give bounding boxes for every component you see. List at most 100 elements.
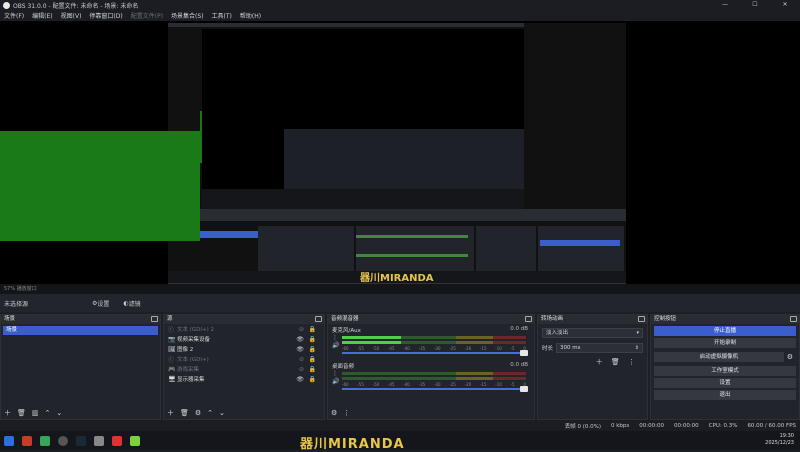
volume-slider[interactable] <box>342 350 528 356</box>
level-meter <box>342 377 526 380</box>
exit-button[interactable]: 退出 <box>654 390 796 400</box>
slider-handle[interactable] <box>520 350 528 356</box>
move-up-button[interactable]: ⌃ <box>207 408 213 418</box>
tray-clock[interactable]: 19:30 2025/12/23 <box>765 433 794 447</box>
obs-taskbar-icon[interactable] <box>58 435 68 446</box>
lock-icon[interactable]: 🔒 <box>309 336 316 343</box>
remove-source-button[interactable]: 🗑 <box>180 408 189 418</box>
camera-icon: 📷 <box>168 335 176 343</box>
source-item[interactable]: 📷 视频采集设备 👁 🔒 <box>164 334 324 344</box>
settings-button[interactable]: 设置 <box>654 378 796 388</box>
source-properties-button[interactable]: ⚙ <box>195 408 201 418</box>
overlay-banner: 器川MIRANDA <box>300 437 405 452</box>
add-transition-button[interactable]: ＋ <box>596 358 603 366</box>
steam-icon[interactable] <box>76 435 86 446</box>
source-item[interactable]: ⓣ 文本 (GDI+) ⊘ 🔒 <box>164 354 324 364</box>
undock-icon[interactable] <box>151 316 158 322</box>
properties-button[interactable]: ⚙ 设置 <box>92 299 109 308</box>
cpu-usage: CPU: 0.3% <box>708 422 738 429</box>
virtual-camera-button[interactable]: 启动虚拟摄像机 <box>654 352 784 362</box>
move-down-button[interactable]: ⌄ <box>219 408 225 418</box>
close-button[interactable]: ✕ <box>770 0 800 10</box>
duration-input[interactable]: 300 ms ⇕ <box>556 343 643 353</box>
filters-button[interactable]: ◐ 滤镜 <box>123 299 140 308</box>
meter-tick: -60 <box>342 382 349 387</box>
scene-item[interactable]: 场景 <box>3 326 158 335</box>
text-icon: ⓣ <box>168 356 175 364</box>
source-item[interactable]: 🎮 游戏采集 ⊘ 🔒 <box>164 364 324 374</box>
menu-item[interactable]: 场景集合(S) <box>171 11 204 20</box>
eye-icon[interactable]: 👁 <box>296 336 304 343</box>
move-down-button[interactable]: ⌄ <box>56 408 62 418</box>
meter-tick: -45 <box>387 382 395 387</box>
mixer-menu-button[interactable]: ⋮ <box>343 408 350 418</box>
lock-icon[interactable]: 🔒 <box>309 366 316 373</box>
eye-icon[interactable]: 👁 <box>296 346 304 353</box>
app-icon[interactable] <box>112 435 122 446</box>
windows-start-icon[interactable] <box>4 435 14 446</box>
meter-tick: -40 <box>403 346 410 351</box>
status-bar: 丢帧 0 (0.0%) 0 kbps 00:00:00 00:00:00 CPU… <box>0 420 800 431</box>
undock-icon[interactable] <box>315 316 322 322</box>
controls-title: 控制按钮 <box>654 316 677 322</box>
lock-icon[interactable]: 🔒 <box>309 346 316 353</box>
menu-item[interactable]: 视图(V) <box>61 11 82 20</box>
maximize-button[interactable]: ☐ <box>740 0 770 10</box>
lock-icon[interactable]: 🔒 <box>309 376 316 383</box>
meter-tick: -25 <box>449 382 456 387</box>
menu-item[interactable]: 文件(F) <box>4 11 24 20</box>
transition-select[interactable]: 淡入淡出 ▾ <box>542 328 643 338</box>
speaker-icon[interactable]: 🔊 <box>332 378 339 386</box>
app-icon[interactable] <box>94 435 104 446</box>
eye-off-icon[interactable]: ⊘ <box>299 366 304 373</box>
studio-mode-button[interactable]: 工作室模式 <box>654 366 796 376</box>
volume-slider[interactable] <box>342 386 528 392</box>
start-recording-button[interactable]: 开始录制 <box>654 338 796 348</box>
undock-icon[interactable] <box>525 316 532 322</box>
remove-transition-button[interactable]: 🗑 <box>611 358 620 366</box>
slider-handle[interactable] <box>520 386 528 392</box>
menu-item[interactable]: 工具(T) <box>212 11 232 20</box>
eye-off-icon[interactable]: ⊘ <box>299 356 304 363</box>
meter-tick: -5 <box>510 346 515 351</box>
scene-filters-button[interactable]: ▥ <box>32 408 39 418</box>
menu-icon[interactable]: ⋮ <box>332 370 339 378</box>
meter-tick: -15 <box>479 346 487 351</box>
menu-item[interactable]: 编辑(E) <box>32 11 52 20</box>
mixer-settings-button[interactable]: ⚙ <box>331 408 337 418</box>
lock-icon[interactable]: 🔒 <box>309 326 316 333</box>
eye-icon[interactable]: 👁 <box>296 376 304 383</box>
speaker-icon[interactable]: 🔊 <box>332 342 339 350</box>
undock-icon[interactable] <box>790 316 797 322</box>
gear-icon[interactable]: ⚙ <box>787 352 793 362</box>
obs-logo-icon <box>3 1 10 9</box>
source-item[interactable]: 🖥 显示器采集 👁 🔒 <box>164 374 324 384</box>
source-item[interactable]: ⓣ 文本 (GDI+) 2 ⊘ 🔒 <box>164 324 324 334</box>
app-icon[interactable] <box>22 435 32 446</box>
app-icon[interactable] <box>130 435 140 446</box>
chevron-down-icon: ▾ <box>636 330 639 336</box>
stop-streaming-button[interactable]: 停止直播 <box>654 326 796 336</box>
menu-item[interactable]: 停靠窗口(D) <box>89 11 122 20</box>
eye-off-icon[interactable]: ⊘ <box>299 326 304 333</box>
preview-canvas[interactable]: 器川MIRANDA <box>0 21 800 284</box>
add-scene-button[interactable]: ＋ <box>4 408 11 418</box>
meter-tick: -35 <box>418 346 426 351</box>
fps: 60.00 / 60.00 FPS <box>747 422 796 429</box>
app-icon[interactable] <box>40 435 50 446</box>
source-toolbar: 未选择源 ⚙ 设置 ◐ 滤镜 <box>0 294 800 312</box>
minimize-button[interactable]: — <box>710 0 740 10</box>
menu-icon[interactable]: ⋮ <box>332 334 339 342</box>
record-time: 00:00:00 <box>673 422 699 429</box>
source-item[interactable]: 🖼 图像 2 👁 🔒 <box>164 344 324 354</box>
transition-menu-button[interactable]: ⋮ <box>628 358 635 366</box>
add-source-button[interactable]: ＋ <box>167 408 174 418</box>
remove-scene-button[interactable]: 🗑 <box>17 408 26 418</box>
source-name: 文本 (GDI+) <box>177 357 209 363</box>
lock-icon[interactable]: 🔒 <box>309 356 316 363</box>
move-up-button[interactable]: ⌃ <box>45 408 51 418</box>
menu-item[interactable]: 帮助(H) <box>240 11 261 20</box>
menu-item[interactable]: 配置文件(P) <box>131 11 163 20</box>
meter-tick: -45 <box>387 346 395 351</box>
undock-icon[interactable] <box>638 316 645 322</box>
